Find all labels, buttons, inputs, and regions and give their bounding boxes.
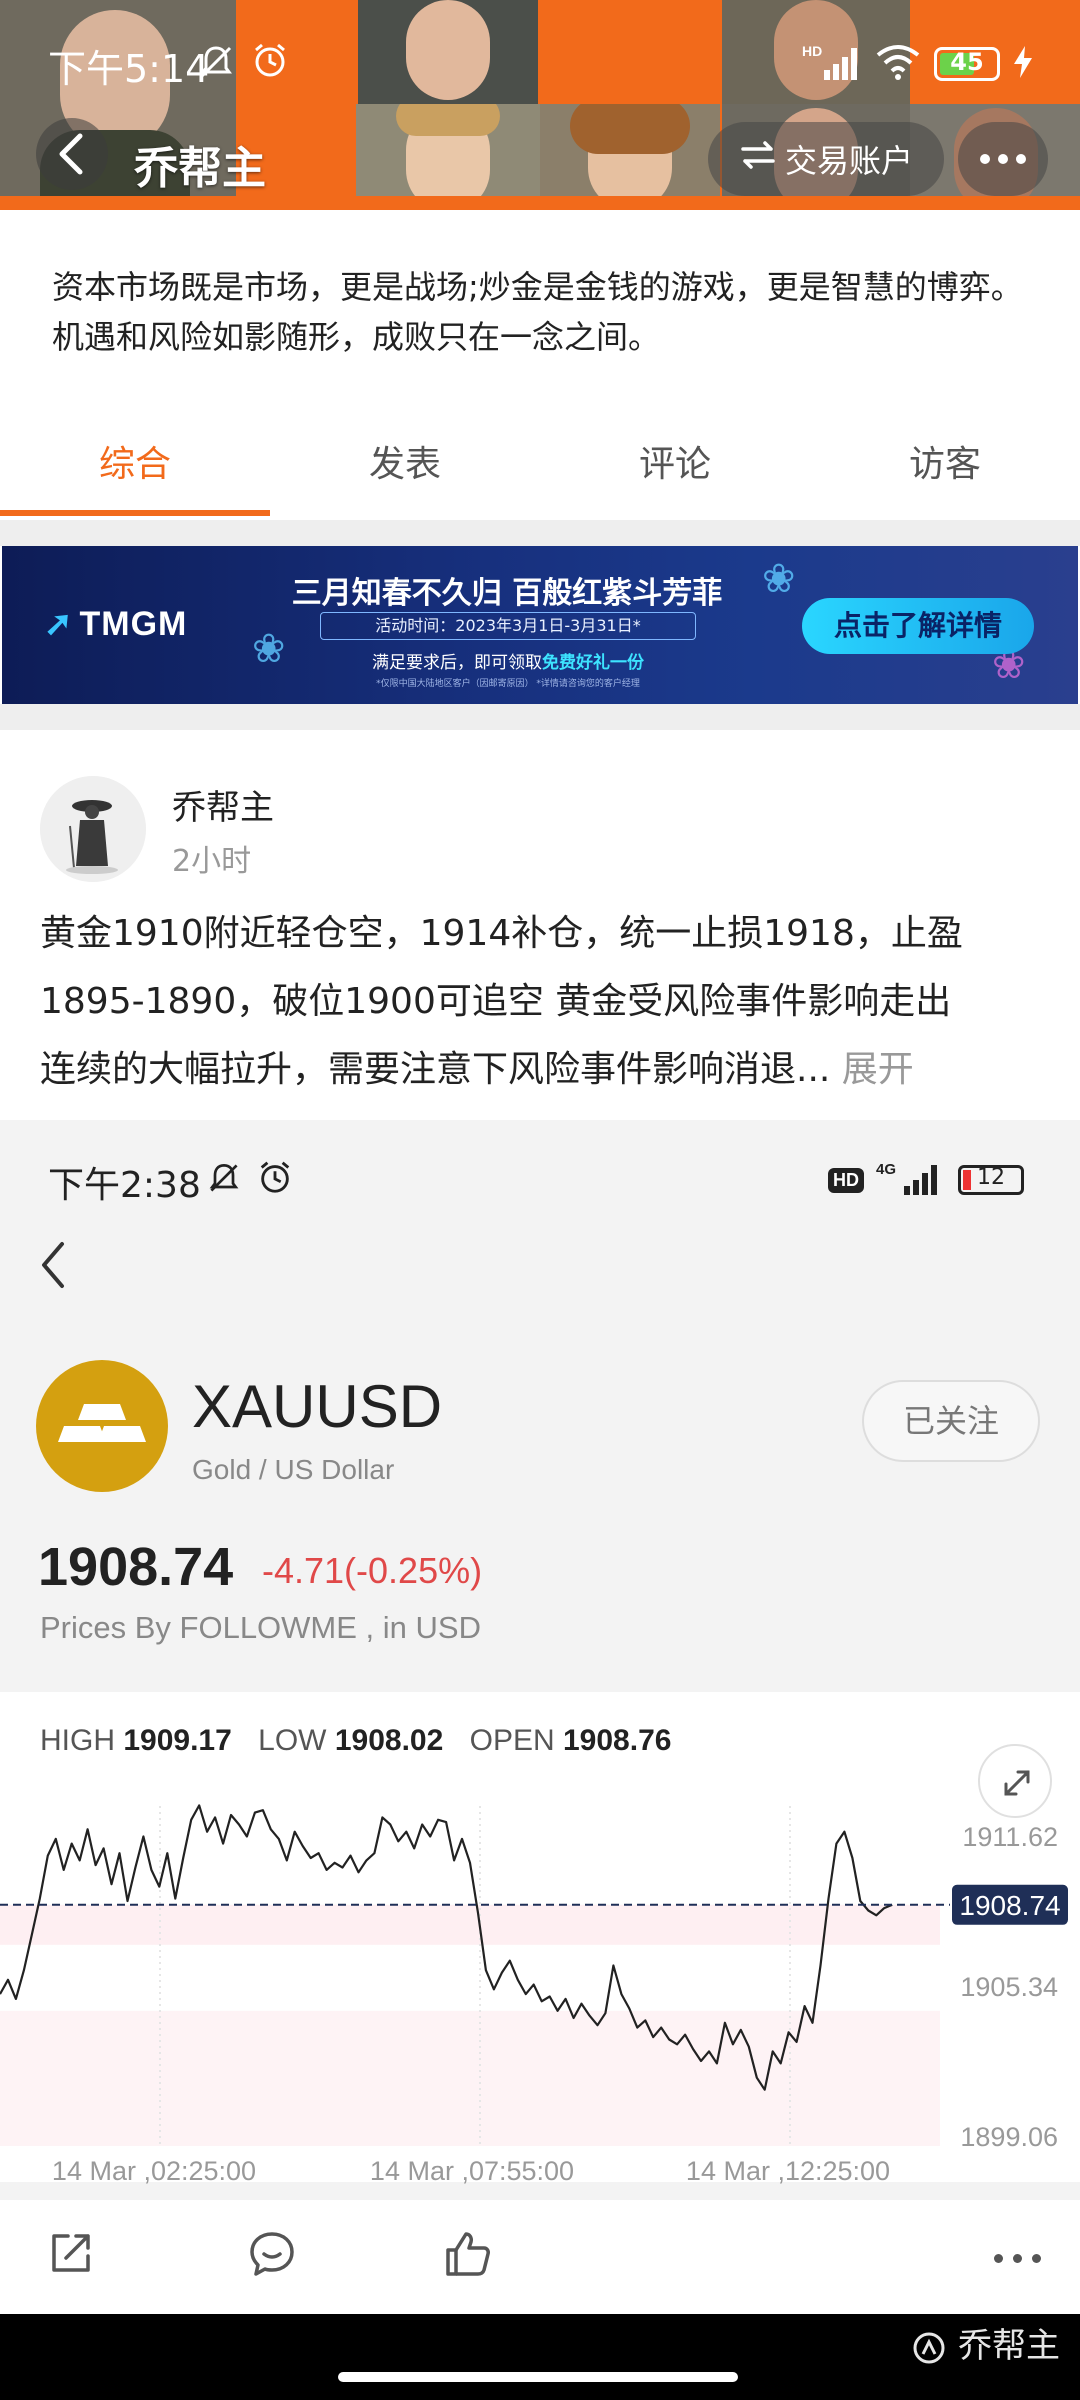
battery-icon: 45 xyxy=(934,47,1000,81)
profile-header: 下午5:14 HD 45 乔帮主 交易账户 xyxy=(0,0,1080,210)
swap-icon xyxy=(739,139,777,179)
post-line-3: 连续的大幅拉升，需要注意下风险事件影响消退... xyxy=(40,1049,831,1090)
header-photo-4 xyxy=(540,104,720,210)
banner-logo-text: TMGM xyxy=(79,605,188,643)
watermark-logo-icon xyxy=(913,2332,945,2363)
chart-band xyxy=(0,1904,940,1945)
author-watermark: 乔帮主 xyxy=(911,2318,1060,2367)
like-icon[interactable] xyxy=(442,2228,494,2284)
bio-line-2: 机遇和风险如影随形，成败只在一念之间。 xyxy=(52,318,661,356)
post-body: 黄金1910附近轻仓空，1914补仓，统一止损1918，止盈 1895-1890… xyxy=(40,900,1050,1104)
banner-sub-prefix: 满足要求后，即可领取 xyxy=(372,653,542,673)
butterfly-icon: ❀ xyxy=(762,556,796,602)
x-tick-label: 14 Mar ,02:25:00 xyxy=(52,2156,256,2186)
author-avatar[interactable] xyxy=(40,776,146,882)
trade-account-button[interactable]: 交易账户 xyxy=(708,122,944,196)
banner-title: 三月知春不久归 百般红紫斗芳菲 xyxy=(291,576,723,611)
butterfly-icon: ❀ xyxy=(252,626,286,672)
tmgm-logo: ➚ TMGM xyxy=(44,605,188,643)
watermark-text: 乔帮主 xyxy=(958,2326,1060,2366)
page-title: 乔帮主 xyxy=(134,143,266,194)
header-photo-3 xyxy=(356,104,540,210)
y-tick-label: 1899.06 xyxy=(960,2122,1058,2152)
x-tick-label: 14 Mar ,07:55:00 xyxy=(370,2156,574,2186)
y-tick-label: 1911.62 xyxy=(962,1822,1058,1852)
banner-cta-button[interactable]: 点击了解详情 xyxy=(802,598,1034,654)
price-line-chart: 1908.74 1911.62 1905.34 1899.06 14 Mar ,02:2… xyxy=(0,1804,1068,2186)
profile-bio: 资本市场既是市场，更是战场;炒金是金钱的游戏，更是智慧的博弈。 机遇和风险如影随… xyxy=(52,262,1052,362)
signal-icon: HD xyxy=(802,42,862,86)
banner-note: *仅限中国大陆地区客户（因邮寄原因） *详情请咨询您的客户经理 xyxy=(376,679,640,689)
x-tick-label: 14 Mar ,12:25:00 xyxy=(686,2156,890,2186)
post-line-2: 1895-1890，破位1900可追空 黄金受风险事件影响走出 xyxy=(40,981,952,1022)
post-author[interactable]: 乔帮主 xyxy=(172,780,274,829)
share-icon[interactable] xyxy=(46,2228,96,2282)
wifi-icon xyxy=(876,43,920,85)
tab-overview[interactable]: 综合 xyxy=(0,430,270,520)
comment-icon[interactable] xyxy=(246,2228,298,2284)
current-price-tag-label: 1908.74 xyxy=(959,1890,1060,1921)
charging-icon xyxy=(1014,46,1032,82)
banner-sub-highlight: 免费好礼一份 xyxy=(542,653,644,673)
alarm-icon xyxy=(250,40,290,84)
banner-subtitle: 满足要求后，即可领取免费好礼一份 xyxy=(320,648,696,673)
post-image[interactable]: 下午2:38 HD 4G 12 XAUUSD Gold / US Dollar … xyxy=(0,1120,1080,2200)
status-bar: 下午5:14 HD 45 xyxy=(0,32,1080,92)
trade-account-label: 交易账户 xyxy=(784,142,913,180)
network-label: HD xyxy=(802,43,822,59)
back-button[interactable] xyxy=(36,118,108,190)
post-line-1: 黄金1910附近轻仓空，1914补仓，统一止损1918，止盈 xyxy=(40,913,963,954)
post-action-bar xyxy=(0,2200,1080,2314)
more-options-button[interactable] xyxy=(958,122,1048,196)
home-indicator[interactable] xyxy=(338,2372,738,2382)
promo-banner[interactable]: ❀ ❀ ❀ ➚ TMGM 三月知春不久归 百般红紫斗芳菲 活动时间：2023年3月… xyxy=(2,546,1078,704)
banner-date: 活动时间：2023年3月1日-3月31日* xyxy=(320,612,696,640)
active-tab-indicator xyxy=(0,510,270,516)
status-time: 下午5:14 xyxy=(48,47,210,91)
mute-icon xyxy=(196,42,236,86)
section-divider xyxy=(0,520,1080,546)
tab-comments[interactable]: 评论 xyxy=(540,430,810,520)
bio-line-1: 资本市场既是市场，更是战场;炒金是金钱的游戏，更是智慧的博弈。 xyxy=(52,268,1023,306)
profile-tabs: 综合 发表 评论 访客 xyxy=(0,430,1080,520)
battery-level: 45 xyxy=(950,48,984,76)
post-time: 2小时 xyxy=(172,844,252,879)
tab-visitors[interactable]: 访客 xyxy=(810,430,1080,520)
tab-posts[interactable]: 发表 xyxy=(270,430,540,520)
header-accent-strip xyxy=(0,196,1080,210)
y-tick-label: 1905.34 xyxy=(960,1972,1058,2002)
section-divider xyxy=(0,704,1080,730)
status-icons: HD 45 xyxy=(802,42,1032,86)
expand-link[interactable]: 展开 xyxy=(842,1049,914,1090)
more-actions-button[interactable] xyxy=(994,2254,1041,2263)
